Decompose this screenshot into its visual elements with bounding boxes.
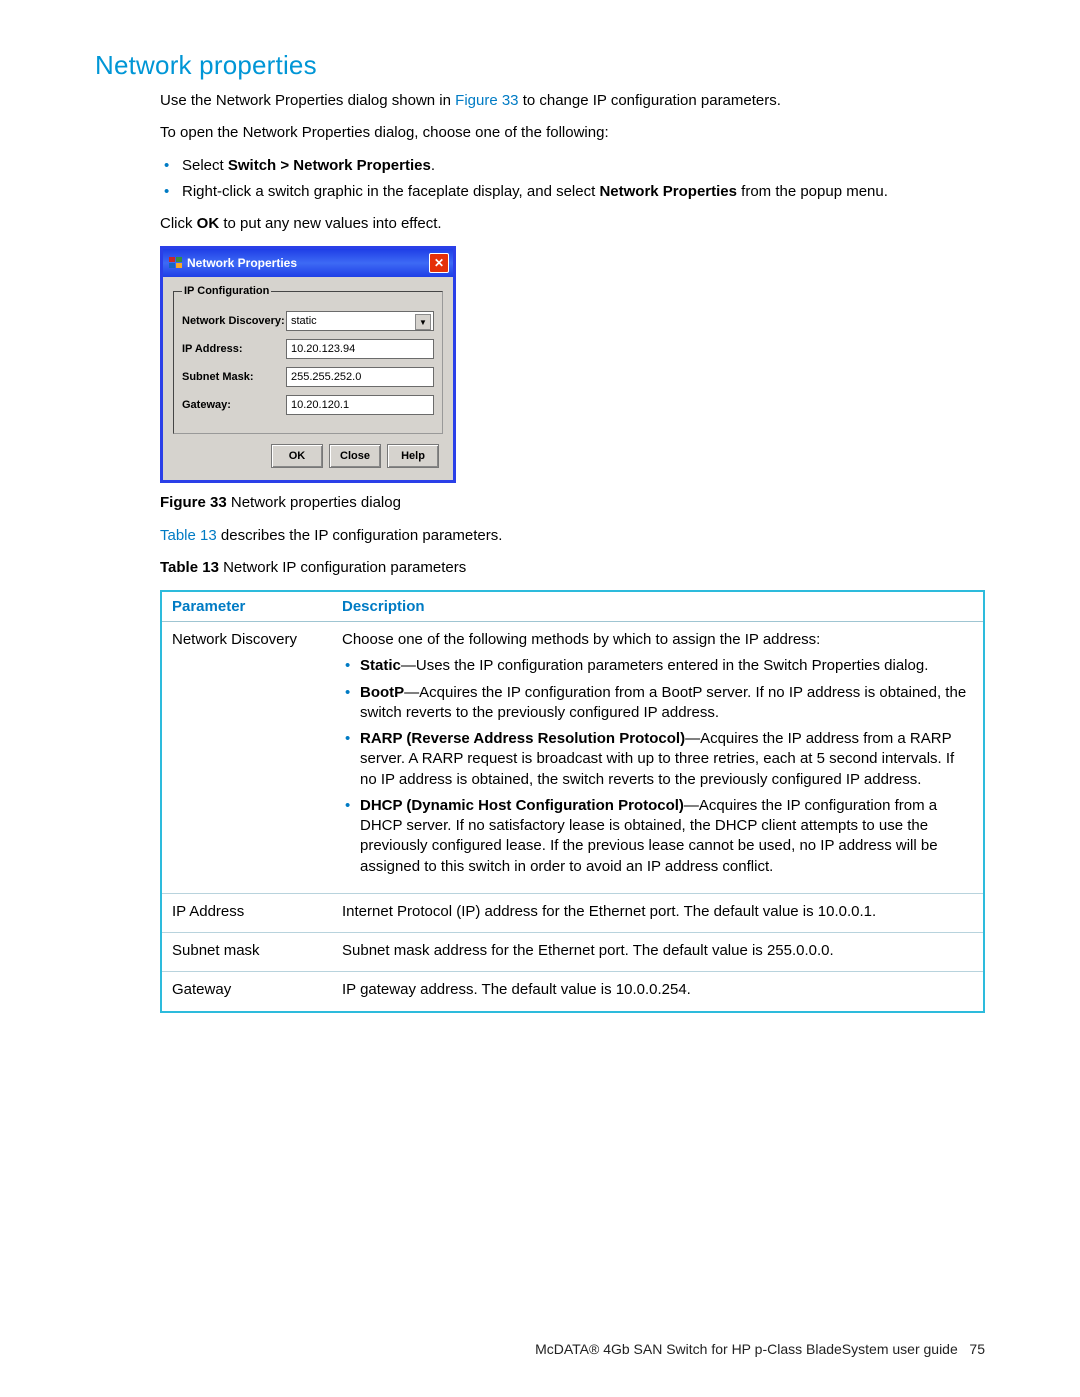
list-item: DHCP (Dynamic Host Configuration Protoco… xyxy=(360,796,973,877)
table-caption: Table 13 Network IP configuration parame… xyxy=(160,558,985,578)
bold-text: OK xyxy=(197,215,220,232)
bold-text: Network Properties xyxy=(599,183,737,200)
window-icon xyxy=(169,257,183,269)
list-item: RARP (Reverse Address Resolution Protoco… xyxy=(360,729,973,790)
list-item: Select Switch > Network Properties. xyxy=(182,156,985,176)
table-header-description: Description xyxy=(332,591,984,622)
network-properties-dialog: Network Properties ✕ IP Configuration Ne… xyxy=(160,246,456,483)
select-value: static xyxy=(291,315,317,327)
text: Click xyxy=(160,215,197,232)
list-item: Right-click a switch graphic in the face… xyxy=(182,182,985,202)
subnet-mask-label: Subnet Mask: xyxy=(182,371,286,383)
figure-caption: Figure 33 Network properties dialog xyxy=(160,493,985,513)
bold-text: DHCP (Dynamic Host Configuration Protoco… xyxy=(360,797,684,814)
caption-text: Network IP configuration parameters xyxy=(219,559,466,576)
table-reference: Table 13 describes the IP configuration … xyxy=(160,526,985,546)
text: Select xyxy=(182,157,228,174)
caption-label: Figure 33 xyxy=(160,494,227,511)
text: —Acquires the IP configuration from a Bo… xyxy=(360,684,966,721)
text: from the popup menu. xyxy=(737,183,888,200)
list-item: Static—Uses the IP configuration paramet… xyxy=(360,656,973,676)
page-footer: McDATA® 4Gb SAN Switch for HP p-Class Bl… xyxy=(535,1341,985,1357)
ip-config-table: Parameter Description Network Discovery … xyxy=(160,590,985,1013)
section-heading: Network properties xyxy=(95,50,985,81)
figure-33-link[interactable]: Figure 33 xyxy=(455,92,518,109)
caption-text: Network properties dialog xyxy=(227,494,401,511)
text: Choose one of the following methods by w… xyxy=(342,631,820,648)
intro-paragraph-1: Use the Network Properties dialog shown … xyxy=(160,91,985,111)
gateway-input[interactable]: 10.20.120.1 xyxy=(286,395,434,415)
text: to change IP configuration parameters. xyxy=(519,92,781,109)
caption-label: Table 13 xyxy=(160,559,219,576)
close-button[interactable]: Close xyxy=(329,444,381,468)
subnet-mask-input[interactable]: 255.255.252.0 xyxy=(286,367,434,387)
intro-paragraph-3: Click OK to put any new values into effe… xyxy=(160,214,985,234)
ip-configuration-group: IP Configuration Network Discovery: stat… xyxy=(173,285,443,434)
text: describes the IP configuration parameter… xyxy=(217,527,503,544)
text: to put any new values into effect. xyxy=(219,215,441,232)
page-number: 75 xyxy=(969,1341,985,1357)
ip-address-input[interactable]: 10.20.123.94 xyxy=(286,339,434,359)
table-13-link[interactable]: Table 13 xyxy=(160,527,217,544)
cell-description: Subnet mask address for the Ethernet por… xyxy=(332,933,984,972)
text: Use the Network Properties dialog shown … xyxy=(160,92,455,109)
bold-text: BootP xyxy=(360,684,404,701)
cell-parameter: Subnet mask xyxy=(161,933,332,972)
close-icon[interactable]: ✕ xyxy=(429,253,449,273)
footer-text: McDATA® 4Gb SAN Switch for HP p-Class Bl… xyxy=(535,1341,958,1357)
dialog-title: Network Properties xyxy=(187,256,297,270)
list-item: BootP—Acquires the IP configuration from… xyxy=(360,683,973,724)
cell-description: Choose one of the following methods by w… xyxy=(332,622,984,894)
open-methods-list: Select Switch > Network Properties. Righ… xyxy=(160,156,985,203)
cell-parameter: IP Address xyxy=(161,893,332,932)
intro-paragraph-2: To open the Network Properties dialog, c… xyxy=(160,123,985,143)
bold-text: Switch > Network Properties xyxy=(228,157,431,174)
chevron-down-icon[interactable]: ▼ xyxy=(415,314,431,330)
gateway-label: Gateway: xyxy=(182,399,286,411)
table-row: Gateway IP gateway address. The default … xyxy=(161,972,984,1012)
group-legend: IP Configuration xyxy=(182,285,271,297)
dialog-titlebar: Network Properties ✕ xyxy=(163,249,453,277)
text: Right-click a switch graphic in the face… xyxy=(182,183,599,200)
cell-description: Internet Protocol (IP) address for the E… xyxy=(332,893,984,932)
table-row: Network Discovery Choose one of the foll… xyxy=(161,622,984,894)
bold-text: Static xyxy=(360,657,401,674)
cell-parameter: Network Discovery xyxy=(161,622,332,894)
text: —Uses the IP configuration parameters en… xyxy=(401,657,929,674)
ip-address-label: IP Address: xyxy=(182,343,286,355)
help-button[interactable]: Help xyxy=(387,444,439,468)
table-row: IP Address Internet Protocol (IP) addres… xyxy=(161,893,984,932)
table-header-parameter: Parameter xyxy=(161,591,332,622)
bold-text: RARP (Reverse Address Resolution Protoco… xyxy=(360,730,685,747)
text: . xyxy=(431,157,435,174)
network-discovery-label: Network Discovery: xyxy=(182,315,286,327)
table-row: Subnet mask Subnet mask address for the … xyxy=(161,933,984,972)
network-discovery-select[interactable]: static ▼ xyxy=(286,311,434,331)
ok-button[interactable]: OK xyxy=(271,444,323,468)
cell-parameter: Gateway xyxy=(161,972,332,1012)
cell-description: IP gateway address. The default value is… xyxy=(332,972,984,1012)
